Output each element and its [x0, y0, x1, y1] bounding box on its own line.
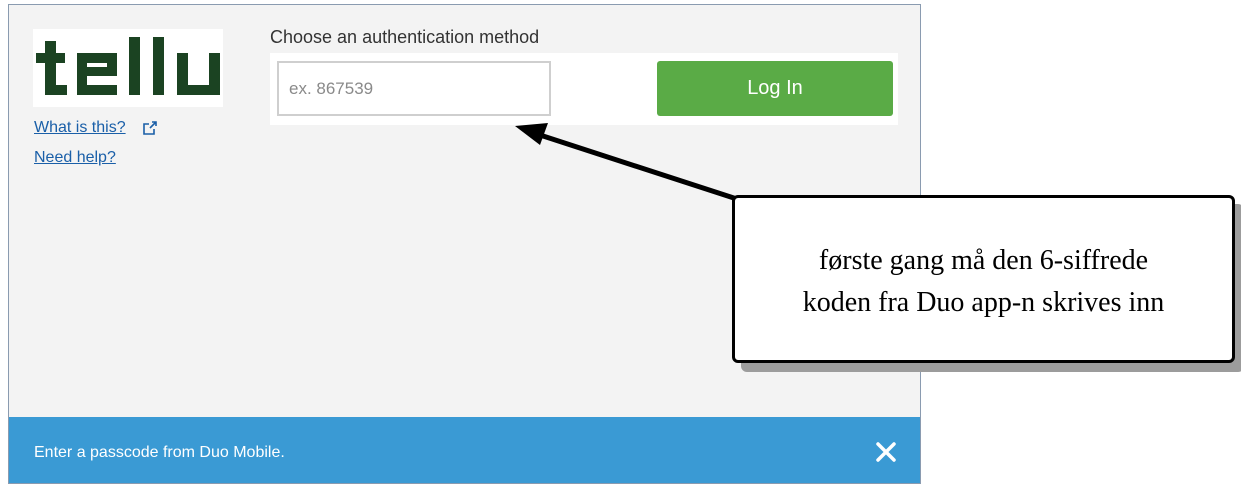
passcode-method-row: Log In	[270, 53, 898, 125]
annotation-line-1: første gang må den 6-siffrede	[818, 245, 1149, 276]
annotation-line-2: koden fra Duo app-n skrives inn	[802, 287, 1165, 318]
tellu-logo	[33, 29, 223, 107]
status-message: Enter a passcode from Duo Mobile.	[34, 444, 285, 461]
what-is-this-link[interactable]: What is this?	[34, 119, 126, 137]
passcode-input[interactable]	[277, 61, 551, 116]
status-bar: Enter a passcode from Duo Mobile.	[9, 417, 920, 483]
external-link-icon[interactable]	[143, 121, 157, 135]
log-in-button[interactable]: Log In	[657, 61, 893, 116]
need-help-link[interactable]: Need help?	[34, 149, 116, 167]
auth-method-label: Choose an authentication method	[270, 27, 540, 47]
close-icon[interactable]	[873, 439, 899, 465]
annotation-text: første gang må den 6-siffrede koden fra …	[735, 240, 1232, 324]
annotation-callout: første gang må den 6-siffrede koden fra …	[732, 195, 1235, 363]
